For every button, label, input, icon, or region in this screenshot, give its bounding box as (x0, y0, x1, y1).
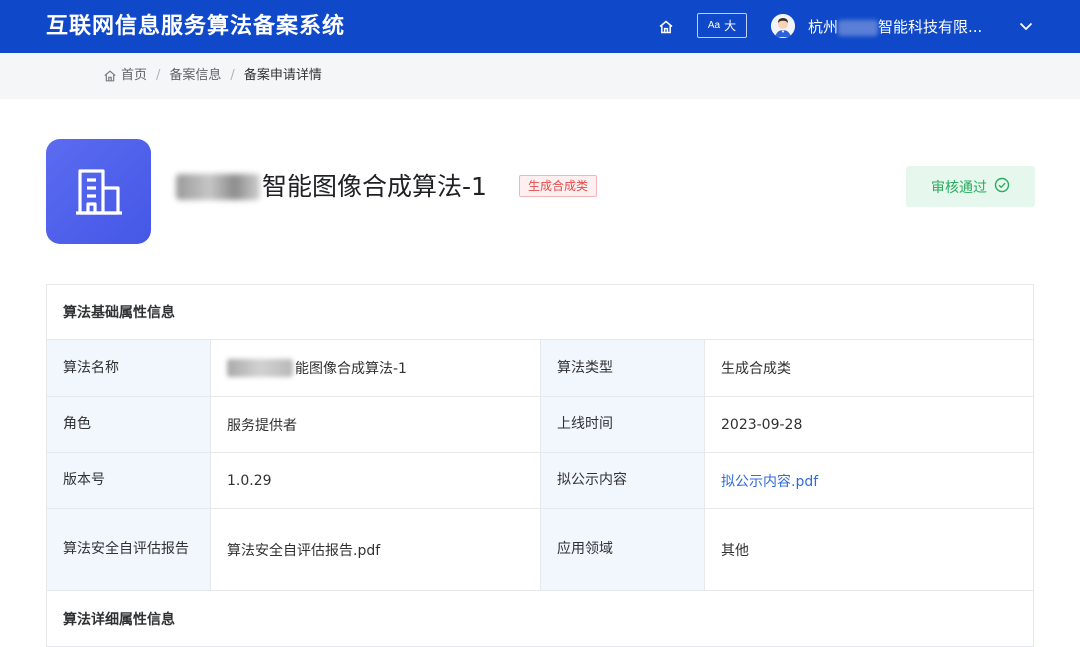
breadcrumb-filing-info[interactable]: 备案信息 (169, 67, 221, 85)
field-value: 拟公示内容.pdf (705, 453, 1033, 508)
section-title-basic: 算法基础属性信息 (47, 285, 1033, 340)
user-name[interactable]: 杭州 智能科技有限... (808, 16, 982, 38)
user-name-suffix: 智能科技有限... (878, 18, 983, 36)
check-circle-icon (994, 177, 1010, 197)
building-icon (46, 139, 151, 244)
field-label: 版本号 (47, 453, 211, 508)
algorithm-name-text: 能图像合成算法-1 (295, 361, 407, 377)
breadcrumb: 首页 / 备案信息 / 备案申请详情 (103, 67, 322, 85)
field-label: 应用领域 (541, 509, 705, 590)
table-row: 角色 服务提供者 上线时间 2023-09-28 (47, 397, 1033, 453)
table-row: 版本号 1.0.29 拟公示内容 拟公示内容.pdf (47, 453, 1033, 509)
field-value: 服务提供者 (211, 397, 541, 452)
field-label: 算法类型 (541, 340, 705, 396)
breadcrumb-separator: / (230, 68, 235, 83)
breadcrumb-current: 备案申请详情 (243, 68, 322, 83)
field-label: 算法安全自评估报告 (47, 509, 211, 590)
app-title: 互联网信息服务算法备案系统 (46, 14, 346, 39)
chevron-down-icon[interactable] (1017, 16, 1035, 36)
field-label: 角色 (47, 397, 211, 452)
redacted-text (838, 19, 879, 36)
home-icon[interactable] (103, 69, 117, 83)
status-text: 审核通过 (931, 179, 987, 196)
home-icon[interactable] (655, 16, 677, 38)
status-badge: 审核通过 (906, 166, 1035, 207)
algorithm-title: 智能图像合成算法-1 (176, 170, 487, 204)
field-value: 生成合成类 (721, 361, 791, 377)
redacted-text (176, 174, 260, 200)
breadcrumb-home[interactable]: 首页 (121, 67, 147, 85)
algorithm-title-text: 智能图像合成算法-1 (262, 172, 487, 201)
field-value-algorithm-name: 能图像合成算法-1 (211, 340, 541, 396)
breadcrumb-separator: / (156, 68, 161, 83)
field-value: 其他 (721, 542, 749, 559)
algorithm-type-tag: 生成合成类 (519, 175, 598, 197)
field-label: 拟公示内容 (541, 453, 705, 508)
user-name-prefix: 杭州 (808, 18, 839, 36)
font-size-toggle-button[interactable]: Aa 大 (697, 13, 747, 38)
redacted-text (227, 359, 293, 377)
breadcrumb-bar: 首页 / 备案信息 / 备案申请详情 (0, 53, 1080, 99)
field-label: 算法名称 (47, 340, 211, 396)
field-label: 上线时间 (541, 397, 705, 452)
field-value: 1.0.29 (211, 453, 541, 508)
font-toggle-small-label: Aa (707, 20, 721, 31)
font-toggle-big-label: 大 (724, 19, 737, 33)
field-value: 算法安全自评估报告.pdf (211, 509, 541, 590)
field-value: 2023-09-28 (721, 416, 803, 433)
section-title-detail: 算法详细属性信息 (63, 611, 175, 628)
table-row: 算法安全自评估报告 算法安全自评估报告.pdf 应用领域 其他 (47, 509, 1033, 591)
algorithm-info-table: 算法基础属性信息 算法名称 能图像合成算法-1 算法类型 生成合成类 角色 服务… (46, 284, 1034, 647)
table-row: 算法名称 能图像合成算法-1 算法类型 生成合成类 (47, 340, 1033, 397)
public-content-pdf-link[interactable]: 拟公示内容.pdf (721, 471, 818, 491)
top-header: 互联网信息服务算法备案系统 Aa 大 杭州 智能科技有限... (0, 0, 1080, 53)
self-assessment-report-file[interactable]: 算法安全自评估报告.pdf (227, 540, 380, 560)
user-avatar[interactable] (771, 14, 795, 38)
